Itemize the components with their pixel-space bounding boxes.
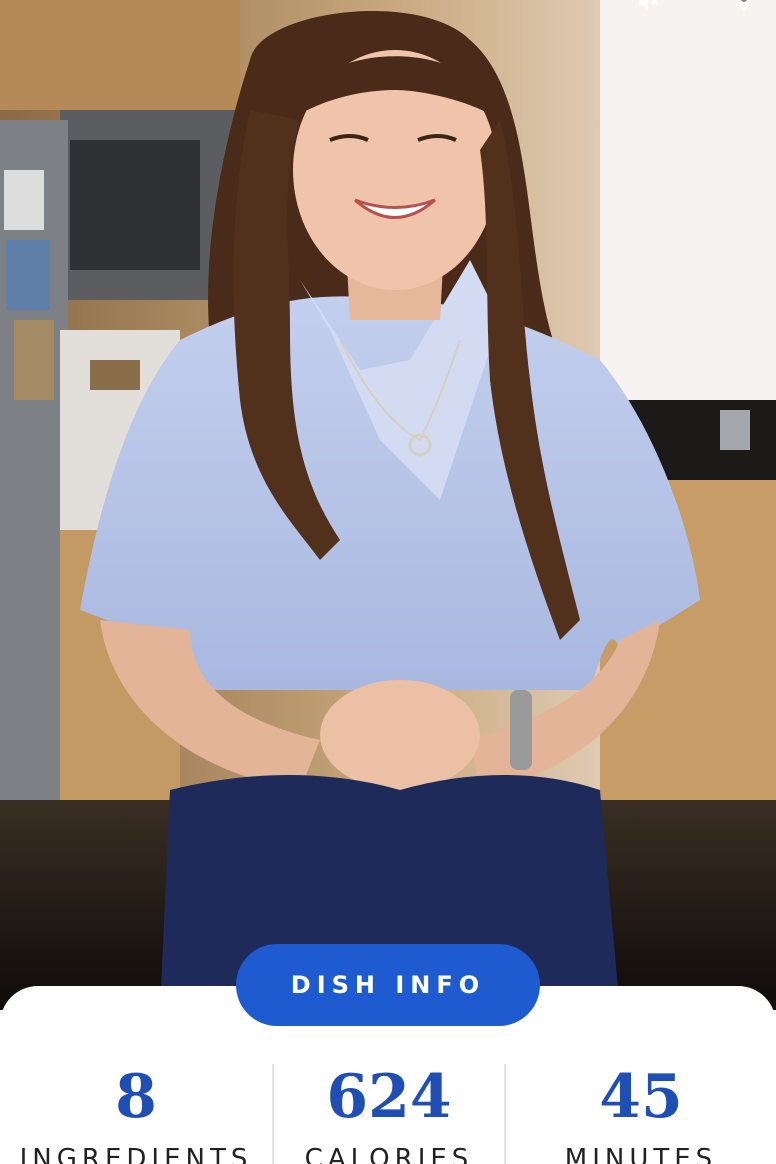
video-top-controls <box>636 0 756 14</box>
stat-ingredients: 8 INGREDIENTS <box>0 1060 272 1164</box>
recipe-video[interactable] <box>0 0 776 1010</box>
dish-stats: 8 INGREDIENTS 624 CALORIES 45 MINUTES <box>0 1060 776 1164</box>
stat-calories: 624 CALORIES <box>272 1060 506 1164</box>
stat-label: CALORIES <box>304 1144 474 1164</box>
stat-minutes: 45 MINUTES <box>506 1060 776 1164</box>
stat-divider <box>272 1064 274 1164</box>
stat-value: 624 <box>326 1062 452 1132</box>
stat-label: INGREDIENTS <box>19 1144 253 1164</box>
volume-muted-icon[interactable] <box>636 0 660 14</box>
video-frame-image <box>0 0 776 1010</box>
stat-value: 45 <box>599 1062 683 1132</box>
pin-icon[interactable] <box>732 0 756 14</box>
stat-label: MINUTES <box>564 1144 718 1164</box>
recipe-screen: DISH INFO 8 INGREDIENTS 624 CALORIES 45 … <box>0 0 776 1164</box>
stat-value: 8 <box>115 1062 157 1132</box>
dish-info-button[interactable]: DISH INFO <box>236 944 540 1026</box>
